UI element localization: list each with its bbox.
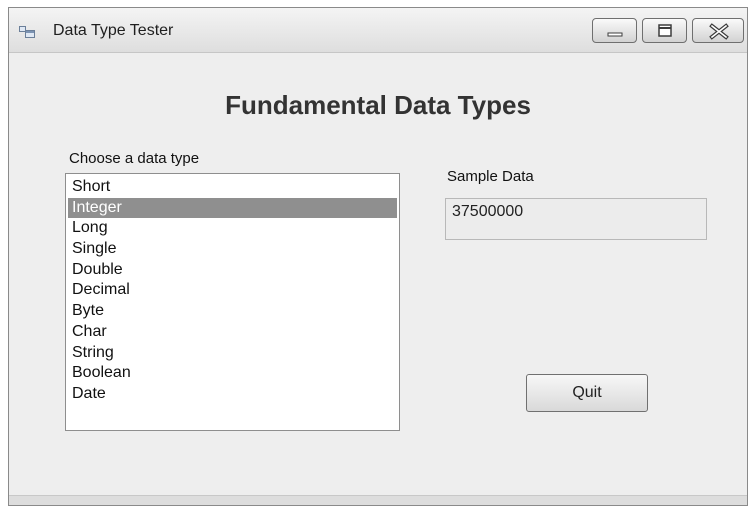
window-title: Data Type Tester: [53, 22, 174, 39]
list-item-long[interactable]: Long: [68, 218, 397, 239]
list-item-short[interactable]: Short: [68, 177, 397, 198]
app-window: Data Type Tester Fundamental Data Types …: [8, 7, 748, 506]
choose-data-type-label: Choose a data type: [69, 150, 200, 167]
quit-button[interactable]: Quit: [526, 374, 648, 412]
list-item-decimal[interactable]: Decimal: [68, 280, 397, 301]
window-bottom-border: [9, 495, 747, 505]
app-icon: [19, 24, 35, 38]
data-type-listbox[interactable]: Short Integer Long Single Double Decimal Byte C…: [65, 173, 400, 431]
maximize-button[interactable]: [642, 18, 687, 43]
list-item-single[interactable]: Single: [68, 239, 397, 260]
close-button[interactable]: [692, 18, 744, 43]
sample-data-label: Sample Data: [447, 168, 534, 185]
form-heading: Fundamental Data Types: [225, 90, 531, 120]
list-item-double[interactable]: Double: [68, 260, 397, 281]
list-item-date[interactable]: Date: [68, 384, 397, 405]
title-bar[interactable]: Data Type Tester: [9, 8, 747, 53]
list-item-integer[interactable]: Integer: [68, 197, 397, 219]
list-item-byte[interactable]: Byte: [68, 301, 397, 322]
list-item-boolean[interactable]: Boolean: [68, 363, 397, 384]
close-icon: [709, 23, 729, 40]
sample-data-field[interactable]: 37500000: [445, 198, 707, 240]
minimize-button[interactable]: [592, 18, 637, 43]
list-item-string[interactable]: String: [68, 343, 397, 364]
list-item-char[interactable]: Char: [68, 322, 397, 343]
maximize-icon: [658, 24, 672, 37]
minimize-icon: [607, 32, 623, 37]
